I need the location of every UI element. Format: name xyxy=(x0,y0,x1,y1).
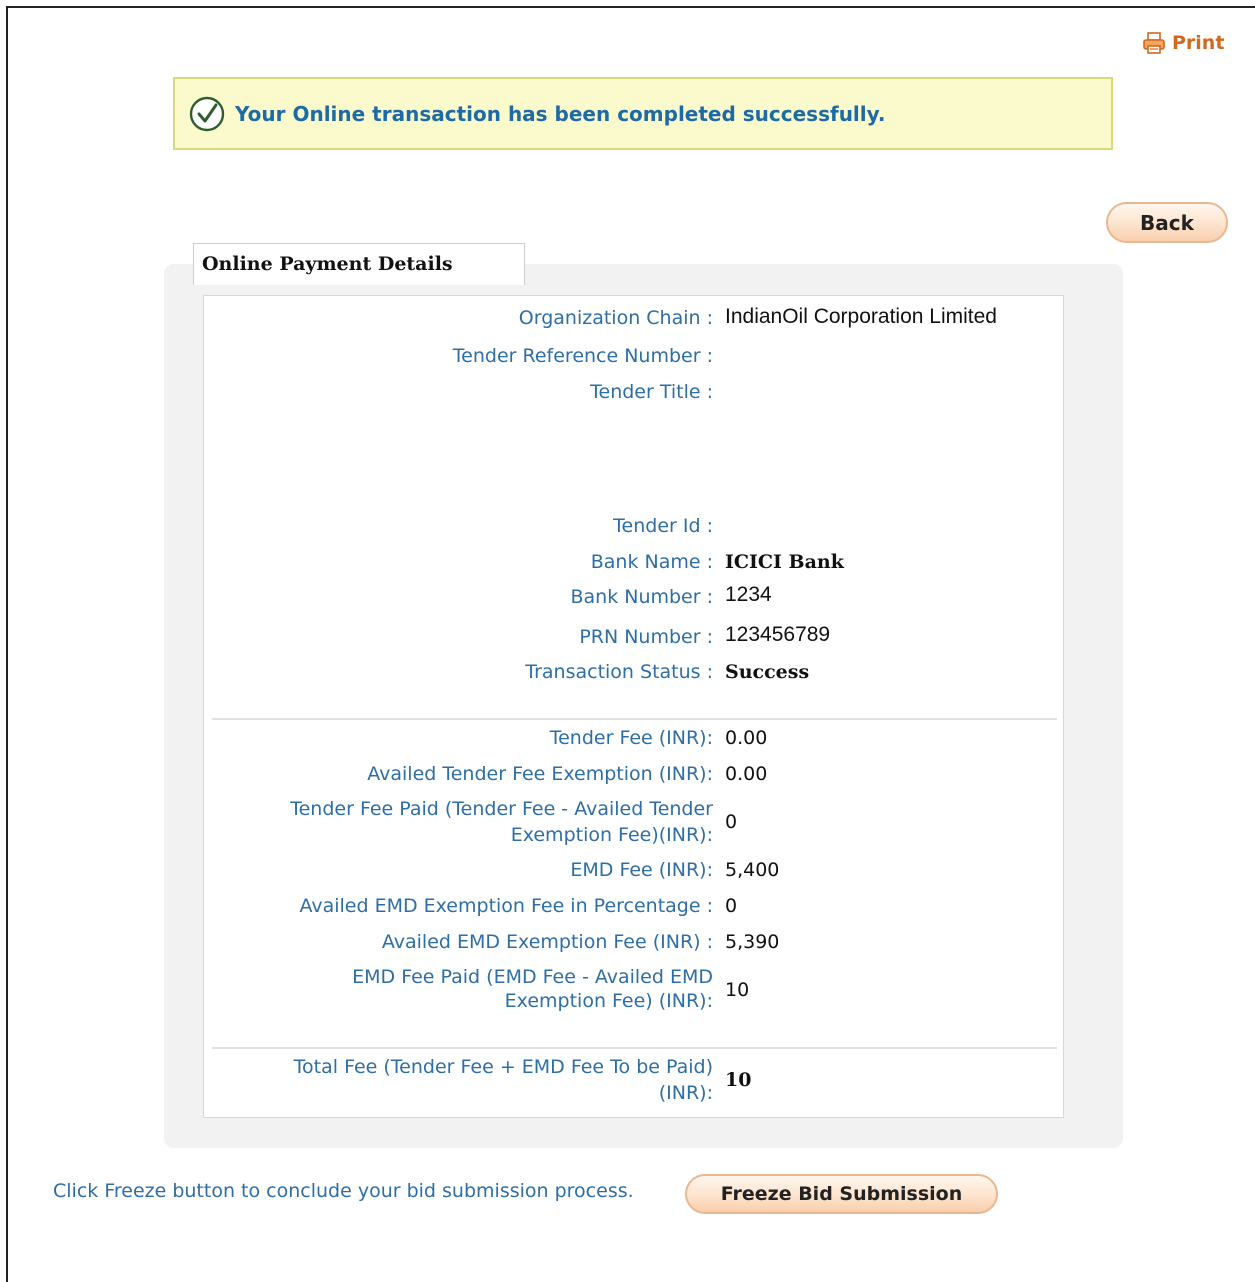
emd-fee-paid-label-line2: Exemption Fee) (INR): xyxy=(504,990,713,1012)
divider xyxy=(212,1047,1057,1049)
tender-id-label: Tender Id : xyxy=(613,515,713,537)
success-message: Your Online transaction has been complet… xyxy=(235,101,886,126)
printer-icon xyxy=(1142,32,1166,54)
bank-name-label: Bank Name : xyxy=(590,551,713,573)
emd-exemption-pct-value: 0 xyxy=(725,895,738,917)
tender-fee-paid-label-line1: Tender Fee Paid (Tender Fee - Availed Te… xyxy=(290,798,713,820)
back-button[interactable]: Back xyxy=(1106,202,1228,243)
tender-fee-paid-label-line2: Exemption Fee)(INR): xyxy=(510,824,713,846)
org-chain-value: IndianOil Corporation Limited xyxy=(725,305,997,328)
emd-exemption-label: Availed EMD Exemption Fee (INR) : xyxy=(381,931,713,953)
prn-value: 123456789 xyxy=(725,623,831,646)
emd-fee-paid-label-line1: EMD Fee Paid (EMD Fee - Availed EMD xyxy=(352,966,713,988)
emd-exemption-pct-label: Availed EMD Exemption Fee in Percentage … xyxy=(299,895,713,917)
emd-fee-paid-value: 10 xyxy=(725,979,750,1001)
freeze-instruction: Click Freeze button to conclude your bid… xyxy=(53,1180,634,1202)
prn-label: PRN Number : xyxy=(579,626,713,648)
total-fee-value: 10 xyxy=(725,1069,752,1091)
availed-tender-exemption-label: Availed Tender Fee Exemption (INR): xyxy=(367,763,713,785)
bank-name-value: ICICI Bank xyxy=(725,551,844,573)
tender-fee-paid-value: 0 xyxy=(725,811,738,833)
org-chain-label: Organization Chain : xyxy=(518,307,713,329)
emd-fee-value: 5,400 xyxy=(725,859,780,881)
tender-fee-label: Tender Fee (INR): xyxy=(549,727,713,749)
print-label: Print xyxy=(1172,32,1225,54)
emd-fee-label: EMD Fee (INR): xyxy=(570,859,713,881)
freeze-bid-submission-button[interactable]: Freeze Bid Submission xyxy=(685,1174,998,1214)
tender-title-label: Tender Title : xyxy=(590,381,713,403)
print-link[interactable]: Print xyxy=(1142,32,1224,54)
bank-number-label: Bank Number : xyxy=(570,586,713,608)
emd-exemption-value: 5,390 xyxy=(725,931,780,953)
success-banner: Your Online transaction has been complet… xyxy=(173,77,1113,150)
status-value: Success xyxy=(725,661,810,683)
payment-details-table: Organization Chain : IndianOil Corporati… xyxy=(203,295,1064,1118)
bank-number-value: 1234 xyxy=(725,583,772,606)
availed-tender-exemption-value: 0.00 xyxy=(725,763,768,785)
checkmark-circle-icon xyxy=(189,96,225,132)
total-fee-label-line2: (INR): xyxy=(658,1082,713,1104)
tender-fee-value: 0.00 xyxy=(725,727,768,749)
divider xyxy=(212,718,1057,720)
section-title: Online Payment Details xyxy=(193,243,525,285)
status-label: Transaction Status : xyxy=(525,661,713,683)
tender-ref-label: Tender Reference Number : xyxy=(452,345,713,367)
total-fee-label-line1: Total Fee (Tender Fee + EMD Fee To be Pa… xyxy=(293,1056,713,1078)
